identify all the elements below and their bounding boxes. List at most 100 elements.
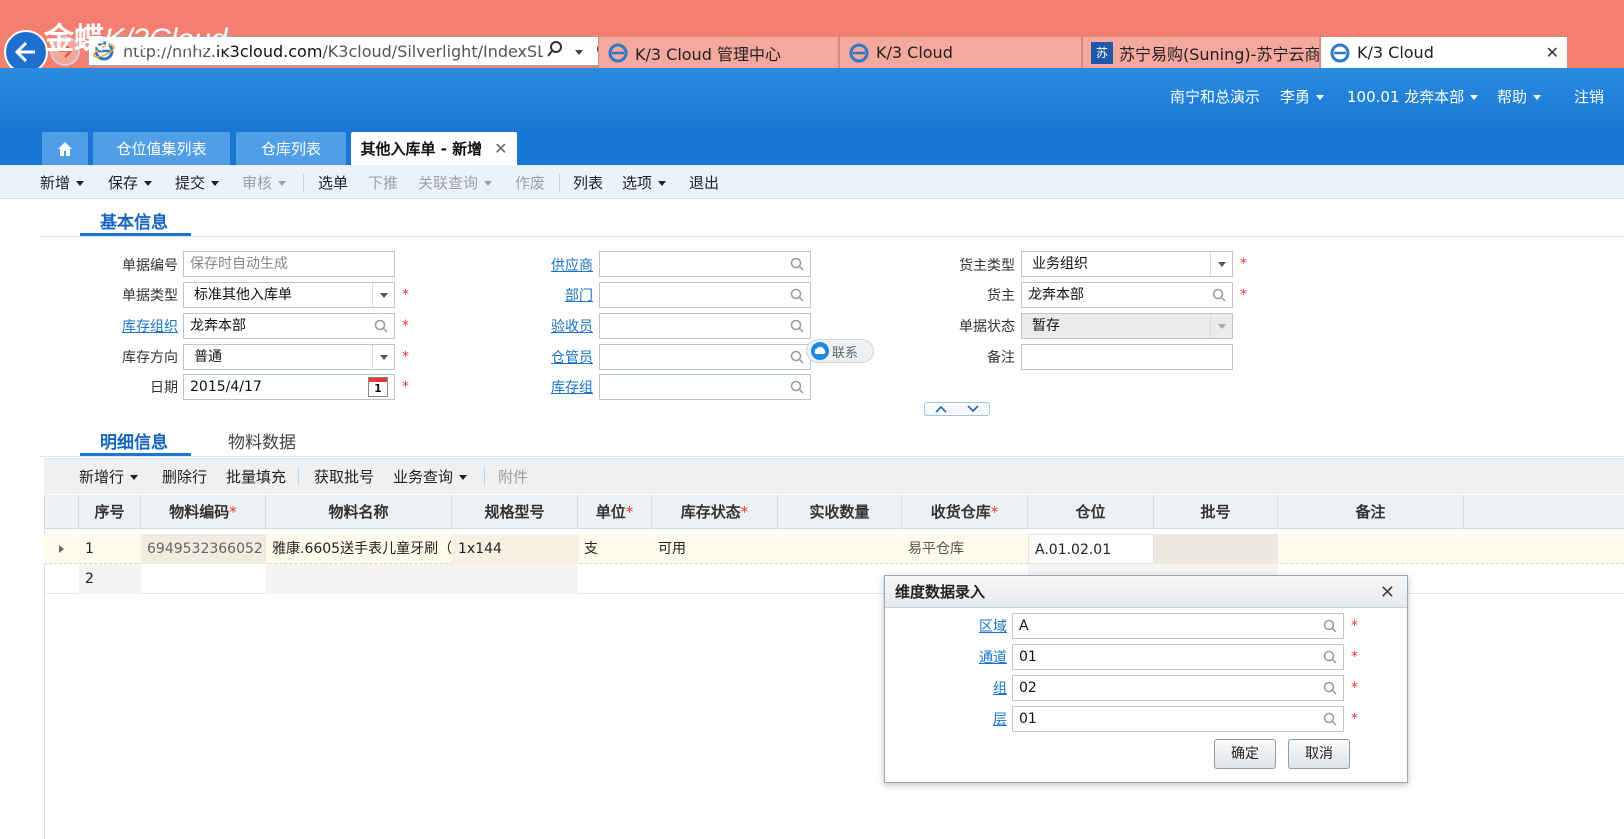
save-button[interactable]: 保存 xyxy=(108,172,153,193)
cell-material-code[interactable]: 6949532366052 xyxy=(141,534,266,564)
collapse-toggle[interactable] xyxy=(924,402,990,416)
cell-location[interactable]: A.01.02.01 xyxy=(1028,534,1154,564)
cell-qty[interactable] xyxy=(778,534,902,564)
browser-tab-3[interactable]: 苏 苏宁易购(Suning)-苏宁云商网... xyxy=(1082,36,1320,68)
tab-location-valueset-list[interactable]: 仓位值集列表 xyxy=(93,132,230,165)
material-data-tab[interactable]: 物料数据 xyxy=(228,428,296,453)
options-button[interactable]: 选项 xyxy=(622,172,667,193)
search-icon[interactable] xyxy=(790,350,804,364)
cell-warehouse[interactable]: 易平仓库 xyxy=(902,534,1028,564)
cell-unit[interactable]: 支 xyxy=(578,534,652,564)
stock-group-input[interactable] xyxy=(599,374,811,400)
get-lot-button[interactable]: 获取批号 xyxy=(314,466,374,487)
list-button[interactable]: 列表 xyxy=(573,172,603,193)
header-org-menu[interactable]: 100.01 龙奔本部 xyxy=(1347,86,1479,107)
col-material-code[interactable]: 物料编码* xyxy=(141,495,266,529)
tab-other-inbound-new[interactable]: 其他入库单 - 新增 ✕ xyxy=(351,132,517,165)
search-icon[interactable] xyxy=(1323,681,1337,695)
col-spec[interactable]: 规格型号 xyxy=(452,495,578,529)
linked-query-button[interactable]: 关联查询 xyxy=(418,172,493,193)
void-button[interactable]: 作废 xyxy=(515,172,545,193)
area-link[interactable]: 区域 xyxy=(945,616,1007,636)
area-input[interactable]: A xyxy=(1012,613,1344,639)
stock-direction-select[interactable]: 普通 xyxy=(183,344,395,370)
header-help-menu[interactable]: 帮助 xyxy=(1497,86,1542,107)
search-icon[interactable] xyxy=(543,41,567,61)
chevron-down-icon[interactable] xyxy=(1210,252,1232,276)
logout-link[interactable]: 注销 xyxy=(1574,86,1604,107)
inspector-input[interactable] xyxy=(599,313,811,339)
date-input[interactable]: 2015/4/17 1 xyxy=(183,374,395,400)
col-unit[interactable]: 单位* xyxy=(578,495,652,529)
col-warehouse[interactable]: 收货仓库* xyxy=(902,495,1028,529)
bill-no-input[interactable]: 保存时自动生成 xyxy=(183,251,395,277)
bill-type-select[interactable]: 标准其他入库单 xyxy=(183,282,395,308)
cell-material-code[interactable] xyxy=(141,564,266,594)
push-down-button[interactable]: 下推 xyxy=(368,172,398,193)
col-seq[interactable]: 序号 xyxy=(79,495,141,529)
browser-tab-4-active[interactable]: K/3 Cloud ✕ xyxy=(1320,36,1568,68)
group-input[interactable]: 02 xyxy=(1012,675,1344,701)
submit-button[interactable]: 提交 xyxy=(175,172,220,193)
close-icon[interactable]: ✕ xyxy=(494,139,507,158)
batch-fill-button[interactable]: 批量填充 xyxy=(226,466,286,487)
level-link[interactable]: 层 xyxy=(945,709,1007,729)
add-row-button[interactable]: 新增行 xyxy=(79,466,139,487)
search-icon[interactable] xyxy=(790,257,804,271)
header-company-link[interactable]: 南宁和总演示 xyxy=(1170,86,1260,107)
detail-info-tab[interactable]: 明细信息 xyxy=(100,428,168,453)
cell-lot[interactable] xyxy=(1154,534,1278,564)
audit-button[interactable]: 审核 xyxy=(242,172,287,193)
calendar-icon[interactable]: 1 xyxy=(368,377,388,397)
cell-stock-status[interactable]: 可用 xyxy=(652,534,778,564)
search-icon[interactable] xyxy=(374,319,388,333)
cancel-button[interactable]: 取消 xyxy=(1288,739,1350,769)
browser-tab-2[interactable]: K/3 Cloud xyxy=(839,36,1082,68)
ok-button[interactable]: 确定 xyxy=(1214,739,1276,769)
col-material-name[interactable]: 物料名称 xyxy=(266,495,452,529)
browser-tab-1[interactable]: K/3 Cloud 管理中心 xyxy=(598,36,839,68)
supplier-input[interactable] xyxy=(599,251,811,277)
chevron-down-icon[interactable] xyxy=(567,42,591,61)
select-bill-button[interactable]: 选单 xyxy=(318,172,348,193)
col-lot[interactable]: 批号 xyxy=(1154,495,1278,529)
owner-input[interactable]: 龙奔本部 xyxy=(1021,282,1233,308)
search-icon[interactable] xyxy=(1323,712,1337,726)
cell-remark[interactable] xyxy=(1278,534,1624,564)
aisle-link[interactable]: 通道 xyxy=(945,647,1007,667)
search-icon[interactable] xyxy=(790,288,804,302)
inspector-link[interactable]: 验收员 xyxy=(500,316,593,336)
basic-info-tab[interactable]: 基本信息 xyxy=(100,208,168,233)
aisle-input[interactable]: 01 xyxy=(1012,644,1344,670)
department-link[interactable]: 部门 xyxy=(500,285,593,305)
close-icon[interactable]: ✕ xyxy=(1546,43,1559,62)
col-stock-status[interactable]: 库存状态* xyxy=(652,495,778,529)
close-icon[interactable]: ✕ xyxy=(1380,582,1395,603)
biz-query-button[interactable]: 业务查询 xyxy=(393,466,468,487)
tab-warehouse-list[interactable]: 仓库列表 xyxy=(236,132,346,165)
group-link[interactable]: 组 xyxy=(945,678,1007,698)
search-icon[interactable] xyxy=(790,319,804,333)
level-input[interactable]: 01 xyxy=(1012,706,1344,732)
stock-group-link[interactable]: 库存组 xyxy=(500,377,593,397)
header-user-menu[interactable]: 李勇 xyxy=(1280,86,1325,107)
stock-org-input[interactable]: 龙奔本部 xyxy=(183,313,395,339)
search-icon[interactable] xyxy=(1323,650,1337,664)
search-icon[interactable] xyxy=(790,380,804,394)
exit-button[interactable]: 退出 xyxy=(689,172,719,193)
keeper-input[interactable] xyxy=(599,344,811,370)
col-qty[interactable]: 实收数量 xyxy=(778,495,902,529)
search-icon[interactable] xyxy=(1212,288,1226,302)
delete-row-button[interactable]: 删除行 xyxy=(162,466,207,487)
owner-type-select[interactable]: 业务组织 xyxy=(1021,251,1233,277)
col-remark[interactable]: 备注 xyxy=(1278,495,1464,529)
contact-button[interactable]: 联系 xyxy=(806,339,874,363)
chevron-down-icon[interactable] xyxy=(372,283,394,307)
home-tab[interactable] xyxy=(42,132,88,165)
col-location[interactable]: 仓位 xyxy=(1028,495,1154,529)
keeper-link[interactable]: 仓管员 xyxy=(500,347,593,367)
supplier-link[interactable]: 供应商 xyxy=(500,255,593,275)
chevron-down-icon[interactable] xyxy=(372,345,394,369)
attachment-button[interactable]: 附件 xyxy=(498,466,528,487)
search-icon[interactable] xyxy=(1323,619,1337,633)
